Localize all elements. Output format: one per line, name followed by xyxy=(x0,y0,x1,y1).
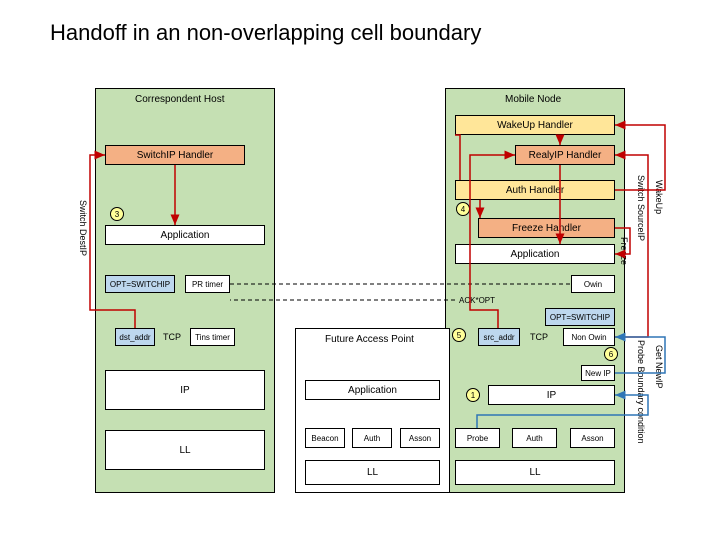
switchip-handler: SwitchIP Handler xyxy=(105,145,245,165)
step-3-circle: 3 xyxy=(110,207,124,221)
ip-left: IP xyxy=(105,370,265,410)
step-6-circle: 6 xyxy=(604,347,618,361)
opt-switchip-right: OPT=SWITCHIP xyxy=(545,308,615,326)
switch-destip-label: Switch DestIP xyxy=(78,200,88,256)
asson-fap: Asson xyxy=(400,428,440,448)
new-ip: New IP xyxy=(581,365,615,381)
owin: Owin xyxy=(571,275,615,293)
get-newip-label: Get NewIP xyxy=(654,345,664,389)
freeze-handler: Freeze Handler xyxy=(478,218,615,238)
step-5-circle: 5 xyxy=(452,328,466,342)
probe-mn: Probe xyxy=(455,428,500,448)
correspondent-host-label: Correspondent Host xyxy=(135,94,225,105)
probe-boundary-label: Probe Boundary condition xyxy=(636,340,646,444)
ll-right: LL xyxy=(455,460,615,485)
src-addr: src_addr xyxy=(478,328,520,346)
ll-left: LL xyxy=(105,430,265,470)
non-owin: Non Owin xyxy=(563,328,615,346)
auth-mn: Auth xyxy=(512,428,557,448)
mobile-node-label: Mobile Node xyxy=(505,94,561,105)
dst-addr: dst_addr xyxy=(115,328,155,346)
auth-fap: Auth xyxy=(352,428,392,448)
tins-timer: Tins timer xyxy=(190,328,235,346)
ip-right: IP xyxy=(488,385,615,405)
beacon-fap: Beacon xyxy=(305,428,345,448)
step-1-circle: 1 xyxy=(466,388,480,402)
switch-sourceip-label: Switch SourceIP xyxy=(636,175,646,241)
future-access-point-label: Future Access Point xyxy=(325,334,414,345)
wakeup-label: WakeUp xyxy=(654,180,664,214)
realyip-handler: RealyIP Handler xyxy=(515,145,615,165)
opt-switchip-left: OPT=SWITCHIP xyxy=(105,275,175,293)
application-fap: Application xyxy=(305,380,440,400)
step-4-circle: 4 xyxy=(456,202,470,216)
ack-opt-label: ACK*OPT xyxy=(459,296,495,305)
tcp-left-label: TCP xyxy=(163,332,181,342)
ll-center: LL xyxy=(305,460,440,485)
wakeup-handler: WakeUp Handler xyxy=(455,115,615,135)
pr-timer: PR timer xyxy=(185,275,230,293)
page-title: Handoff in an non-overlapping cell bound… xyxy=(50,20,481,46)
application-ch: Application xyxy=(105,225,265,245)
freeze-label: Freeze xyxy=(619,237,629,265)
auth-handler: Auth Handler xyxy=(455,180,615,200)
asson-mn: Asson xyxy=(570,428,615,448)
tcp-right-label: TCP xyxy=(530,332,548,342)
application-mn: Application xyxy=(455,244,615,264)
